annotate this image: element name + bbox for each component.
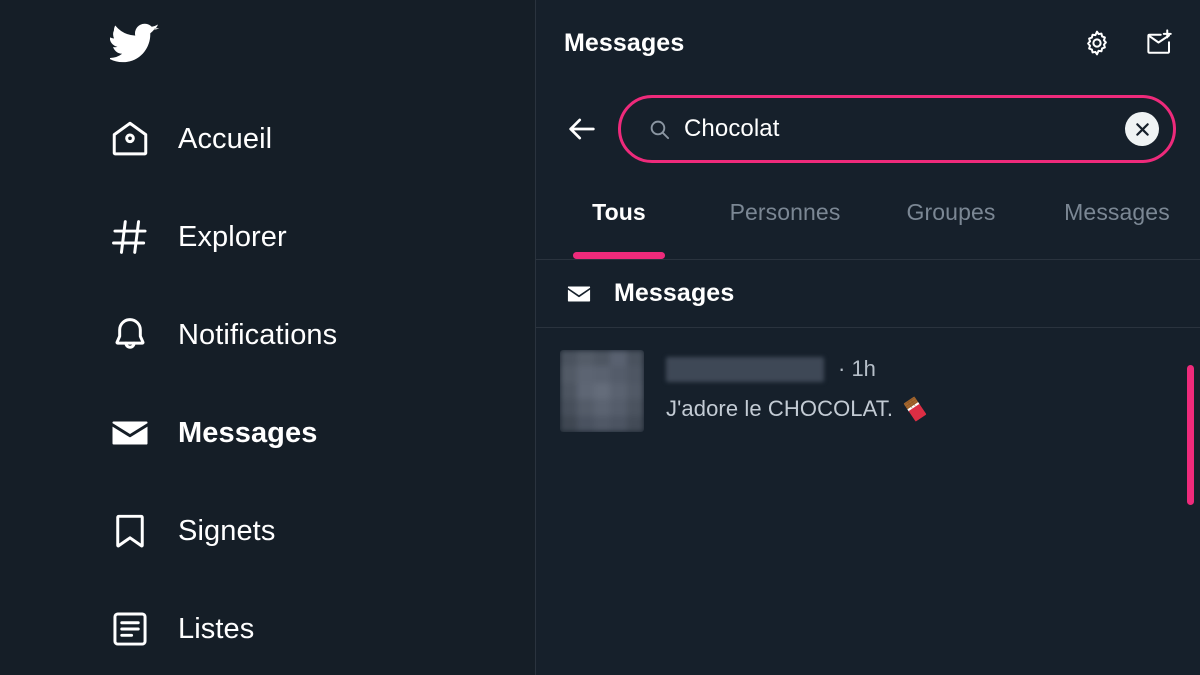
message-result-header: · 1h — [666, 354, 1176, 384]
message-timestamp: · 1h — [838, 356, 876, 381]
search-input[interactable]: Chocolat — [618, 95, 1176, 163]
message-preview: J'adore le CHOCOLAT. — [666, 395, 1176, 423]
sidebar-item-label: Notifications — [178, 318, 338, 351]
search-filter-tabs: Tous Personnes Groupes Messages — [536, 172, 1200, 260]
back-arrow-icon[interactable] — [562, 109, 602, 149]
tab-tous[interactable]: Tous — [536, 172, 702, 259]
sidebar-item-explorer[interactable]: Explorer — [108, 188, 536, 286]
message-result-body: · 1h J'adore le CHOCOLAT. — [666, 350, 1176, 432]
tab-groupes[interactable]: Groupes — [868, 172, 1034, 259]
gear-icon[interactable] — [1080, 26, 1114, 60]
tab-label: Messages — [1064, 199, 1170, 225]
tab-active-underline — [573, 252, 665, 259]
message-result-row[interactable]: · 1h J'adore le CHOCOLAT. — [536, 328, 1200, 454]
header-actions — [1080, 26, 1176, 60]
envelope-filled-icon — [564, 279, 594, 309]
primary-navigation-sidebar: Accueil Explorer Notifications Messages … — [0, 0, 536, 675]
panel-header: Messages — [536, 0, 1200, 86]
tab-label: Personnes — [729, 199, 841, 225]
list-icon — [108, 607, 152, 651]
sidebar-item-label: Listes — [178, 612, 255, 645]
bookmark-icon — [108, 509, 152, 553]
sidebar-item-label: Accueil — [178, 122, 273, 155]
home-icon — [108, 117, 152, 161]
tab-active-underline — [905, 252, 997, 259]
sidebar-item-notifications[interactable]: Notifications — [108, 286, 536, 384]
envelope-filled-icon — [108, 411, 152, 455]
tab-label: Tous — [592, 199, 646, 225]
results-section-header: Messages — [536, 260, 1200, 328]
messages-panel: Messages Chocolat Tous Personnes Groupes… — [536, 0, 1200, 675]
tab-active-underline — [1071, 252, 1163, 259]
sidebar-item-label: Signets — [178, 514, 276, 547]
results-section-title: Messages — [614, 279, 735, 307]
close-icon[interactable] — [1125, 112, 1159, 146]
twitter-bird-logo[interactable] — [110, 16, 164, 70]
hashtag-icon — [108, 215, 152, 259]
sidebar-item-accueil[interactable]: Accueil — [108, 90, 536, 188]
bell-icon — [108, 313, 152, 357]
sidebar-item-label: Explorer — [178, 220, 287, 253]
avatar — [560, 350, 644, 432]
message-preview-text: J'adore le CHOCOLAT. — [666, 396, 894, 421]
new-message-icon[interactable] — [1142, 26, 1176, 60]
sender-name-redacted — [666, 356, 824, 382]
tab-label: Groupes — [906, 199, 996, 225]
tab-personnes[interactable]: Personnes — [702, 172, 868, 259]
search-input-value: Chocolat — [684, 117, 780, 141]
sidebar-item-signets[interactable]: Signets — [108, 482, 536, 580]
sidebar-item-label: Messages — [178, 416, 318, 449]
tab-active-underline — [739, 252, 831, 259]
page-title: Messages — [564, 28, 685, 57]
tab-messages[interactable]: Messages — [1034, 172, 1200, 259]
panel-scrollbar[interactable] — [1187, 365, 1194, 505]
chocolate-bar-emoji — [902, 396, 928, 422]
sidebar-item-messages[interactable]: Messages — [108, 384, 536, 482]
sidebar-item-listes[interactable]: Listes — [108, 580, 536, 675]
search-icon — [647, 117, 671, 141]
twitter-messages-search-screen: Accueil Explorer Notifications Messages … — [0, 0, 1200, 675]
search-row: Chocolat — [536, 86, 1200, 172]
redacted-avatar-mosaic — [560, 350, 644, 432]
